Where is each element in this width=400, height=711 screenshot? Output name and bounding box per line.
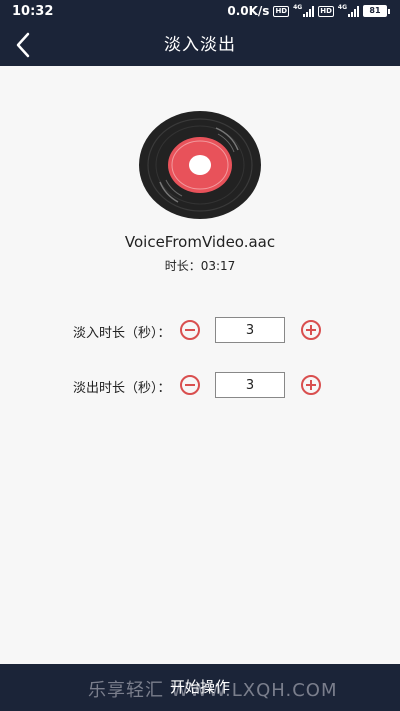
- hd-icon-2: HD: [318, 5, 334, 17]
- fade-in-input[interactable]: [215, 317, 285, 343]
- signal-icon: [303, 5, 315, 17]
- fade-in-decrease-button[interactable]: [180, 320, 200, 340]
- battery-icon: 81: [363, 5, 390, 17]
- fade-in-label: 淡入时长（秒）：: [73, 326, 171, 341]
- fade-out-row: 淡出时长（秒）：: [0, 372, 400, 400]
- nav-bar: 淡入淡出: [0, 24, 400, 66]
- fade-out-decrease-button[interactable]: [180, 375, 200, 395]
- minus-icon: [185, 384, 195, 386]
- fade-out-input[interactable]: [215, 372, 285, 398]
- vinyl-record-icon: [139, 111, 261, 219]
- network-type-label-2: 4G: [337, 4, 347, 11]
- minus-icon: [185, 329, 195, 331]
- file-name: VoiceFromVideo.aac: [124, 233, 276, 251]
- fade-in-increase-button[interactable]: [301, 320, 321, 340]
- chevron-left-icon: [16, 32, 30, 58]
- duration-label: 时长：: [164, 259, 201, 273]
- battery-level: 81: [363, 5, 387, 17]
- status-bar: 10:32 0.0K/s HD 4G HD 4G 81: [0, 0, 400, 24]
- network-type-label: 4G: [293, 4, 303, 11]
- duration-row: 时长：03:17: [0, 257, 400, 274]
- bottom-action-bar: 乐享轻汇 WWW.LXQH.COM 开始操作: [0, 664, 400, 711]
- fade-out-increase-button[interactable]: [301, 375, 321, 395]
- hd-icon: HD: [273, 5, 290, 17]
- fade-out-label: 淡出时长（秒）：: [73, 381, 171, 396]
- fade-in-row: 淡入时长（秒）：: [0, 317, 400, 345]
- start-button[interactable]: 开始操作: [0, 664, 400, 711]
- page-title: 淡入淡出: [164, 35, 236, 55]
- status-time: 10:32: [12, 4, 54, 19]
- signal-icon-2: [348, 5, 359, 17]
- network-speed: 0.0K/s: [227, 4, 270, 18]
- status-indicators: 0.0K/s HD 4G HD 4G 81: [227, 4, 390, 18]
- duration-value: 03:17: [200, 259, 236, 273]
- back-button[interactable]: [8, 29, 40, 61]
